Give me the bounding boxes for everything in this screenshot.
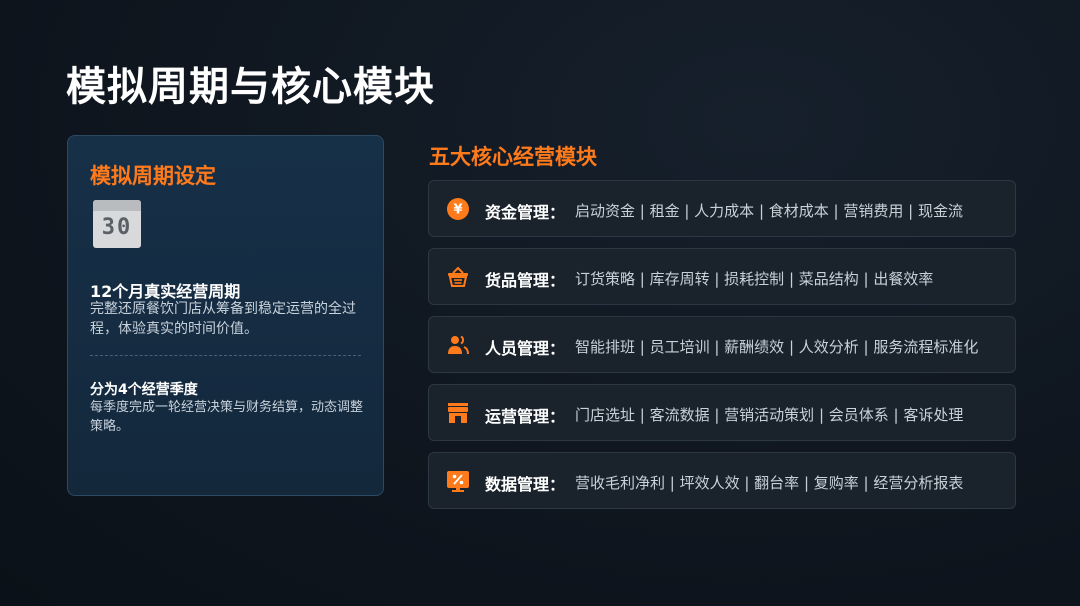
module-items: 门店选址 | 客流数据 | 营销活动策划 | 会员体系 | 客诉处理: [575, 406, 964, 424]
page-title: 模拟周期与核心模块: [66, 64, 435, 110]
module-funds: ¥ 资金管理： 启动资金 | 租金 | 人力成本 | 食材成本 | 营销费用 |…: [428, 180, 1016, 237]
users-icon: [446, 333, 470, 357]
cycle-card: 模拟周期设定 30 12个月真实经营周期 完整还原餐饮门店从筹备到稳定运营的全过…: [67, 135, 384, 496]
module-name: 货品管理：: [485, 271, 566, 290]
module-items: 智能排班 | 员工培训 | 薪酬绩效 | 人效分析 | 服务流程标准化: [575, 338, 979, 356]
module-name: 运营管理：: [485, 407, 566, 426]
calendar-number: 30: [101, 215, 133, 240]
modules-heading: 五大核心经营模块: [429, 145, 597, 169]
module-name: 资金管理：: [485, 203, 566, 222]
season-description: 每季度完成一轮经营决策与财务结算，动态调整策略。: [90, 400, 364, 434]
percent-board-icon: [446, 469, 470, 493]
calendar-icon: 30: [93, 200, 141, 248]
svg-text:¥: ¥: [453, 203, 462, 218]
divider: [90, 355, 361, 356]
store-icon: [446, 401, 470, 425]
season-title: 分为4个经营季度: [90, 382, 198, 398]
module-staff: 人员管理： 智能排班 | 员工培训 | 薪酬绩效 | 人效分析 | 服务流程标准…: [428, 316, 1016, 373]
module-name: 数据管理：: [485, 475, 566, 494]
yen-coin-icon: ¥: [446, 197, 470, 221]
module-items: 营收毛利净利 | 坪效人效 | 翻台率 | 复购率 | 经营分析报表: [575, 474, 964, 492]
period-description: 完整还原餐饮门店从筹备到稳定运营的全过程，体验真实的时间价值。: [90, 301, 356, 337]
module-operations: 运营管理： 门店选址 | 客流数据 | 营销活动策划 | 会员体系 | 客诉处理: [428, 384, 1016, 441]
module-items: 订货策略 | 库存周转 | 损耗控制 | 菜品结构 | 出餐效率: [575, 270, 934, 288]
module-data: 数据管理： 营收毛利净利 | 坪效人效 | 翻台率 | 复购率 | 经营分析报表: [428, 452, 1016, 509]
module-items: 启动资金 | 租金 | 人力成本 | 食材成本 | 营销费用 | 现金流: [575, 202, 963, 220]
module-name: 人员管理：: [485, 339, 566, 358]
basket-icon: [446, 265, 470, 289]
cycle-heading: 模拟周期设定: [90, 164, 216, 188]
module-goods: 货品管理： 订货策略 | 库存周转 | 损耗控制 | 菜品结构 | 出餐效率: [428, 248, 1016, 305]
